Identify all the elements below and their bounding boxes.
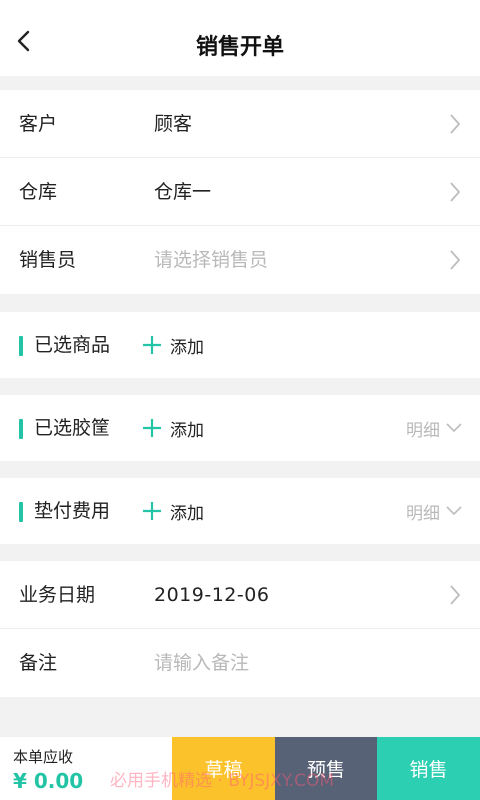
salesperson-placeholder: 请选择销售员 (154, 249, 269, 271)
warehouse-label: 仓库 (19, 181, 58, 203)
salesperson-row[interactable]: 销售员 请选择销售员 (0, 226, 480, 294)
remark-row: 备注 请输入备注 (0, 629, 480, 697)
add-goods-button[interactable]: 添加 (142, 312, 204, 378)
warehouse-value: 仓库一 (154, 181, 212, 203)
accent-bar (19, 336, 23, 356)
salesperson-label: 销售员 (19, 249, 77, 271)
advance-fees-label: 垫付费用 (34, 500, 111, 522)
warehouse-row[interactable]: 仓库 仓库一 (0, 158, 480, 226)
add-fees-button[interactable]: 添加 (142, 478, 204, 544)
nav-header: 销售开单 (0, 0, 480, 76)
add-label: 添加 (170, 503, 204, 524)
customer-row[interactable]: 客户 顾客 (0, 90, 480, 158)
chevron-right-icon (450, 250, 461, 270)
chevron-right-icon (450, 585, 461, 605)
customer-label: 客户 (19, 113, 58, 135)
advance-fees-section: 垫付费用 添加 明细 (0, 478, 480, 544)
basic-info-section: 客户 顾客 仓库 仓库一 销售员 请选择销售员 (0, 90, 480, 294)
fees-detail-toggle[interactable]: 明细 (406, 478, 462, 544)
business-date-row[interactable]: 业务日期 2019-12-06 (0, 561, 480, 629)
business-date-label: 业务日期 (19, 584, 96, 606)
page-title: 销售开单 (195, 35, 284, 60)
detail-label: 明细 (406, 503, 440, 524)
plus-icon (143, 502, 161, 520)
remark-label: 备注 (19, 652, 58, 674)
add-label: 添加 (170, 337, 204, 358)
presale-button[interactable]: 预售 (275, 737, 377, 800)
sell-button[interactable]: 销售 (377, 737, 480, 800)
add-label: 添加 (170, 420, 204, 441)
add-baskets-button[interactable]: 添加 (142, 395, 204, 461)
total-label: 本单应收 (13, 748, 74, 766)
accent-bar (19, 502, 23, 522)
chevron-right-icon (450, 114, 461, 134)
accent-bar (19, 419, 23, 439)
chevron-down-icon (446, 506, 462, 516)
selected-goods-label: 已选商品 (34, 334, 111, 356)
chevron-right-icon (450, 182, 461, 202)
business-date-value: 2019-12-06 (154, 584, 270, 606)
plus-icon (143, 336, 161, 354)
chevron-down-icon (446, 423, 462, 433)
bottom-action-bar: 本单应收 ¥ 0.00 草稿 预售 销售 (0, 737, 480, 800)
baskets-detail-toggle[interactable]: 明细 (406, 395, 462, 461)
selected-goods-section: 已选商品 添加 (0, 312, 480, 378)
extra-info-section: 业务日期 2019-12-06 备注 请输入备注 (0, 561, 480, 697)
selected-baskets-section: 已选胶筐 添加 明细 (0, 395, 480, 461)
selected-baskets-label: 已选胶筐 (34, 417, 111, 439)
total-receivable: 本单应收 ¥ 0.00 (0, 737, 172, 800)
remark-input[interactable]: 请输入备注 (154, 629, 249, 697)
detail-label: 明细 (406, 420, 440, 441)
draft-button[interactable]: 草稿 (172, 737, 275, 800)
total-amount: ¥ 0.00 (13, 769, 84, 793)
customer-value: 顾客 (154, 113, 193, 135)
plus-icon (143, 419, 161, 437)
